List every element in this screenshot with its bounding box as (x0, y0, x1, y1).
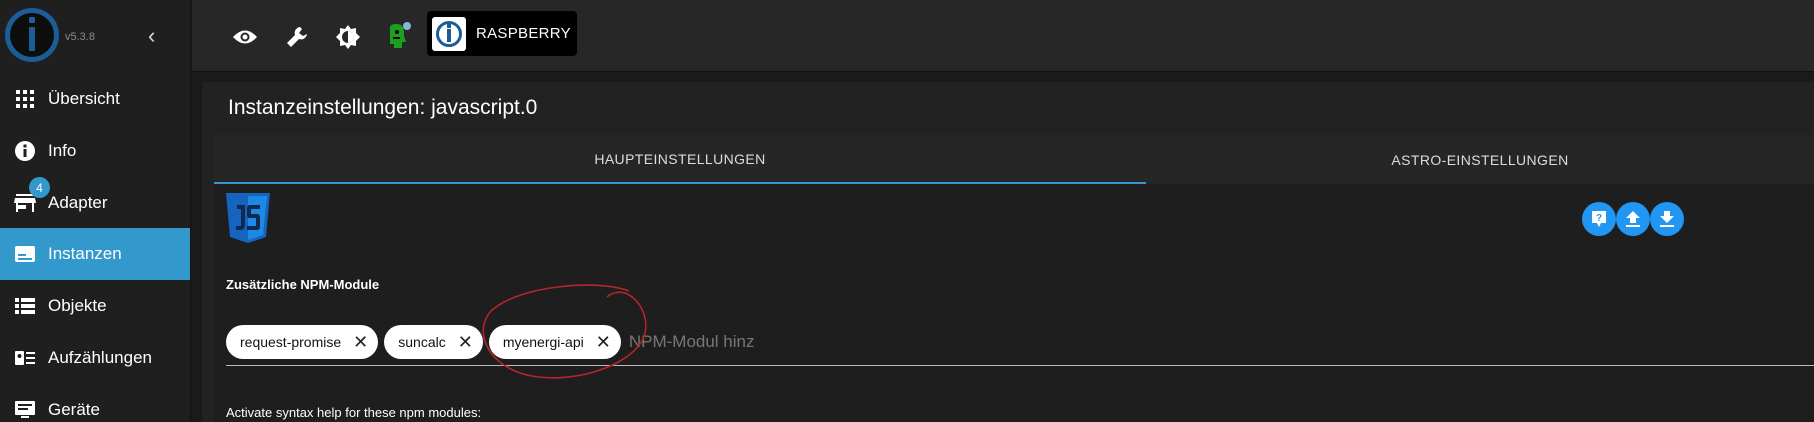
sidebar-item-label: Adapter (48, 193, 108, 212)
help-icon: ? (1592, 211, 1606, 227)
wrench-icon[interactable] (282, 22, 312, 52)
input-underline (226, 365, 1814, 366)
download-button[interactable] (1650, 202, 1684, 236)
sidebar-item-geraete[interactable]: Geräte (0, 384, 190, 422)
settings-panel: HAUPTEINSTELLUNGEN ASTRO-EINSTELLUNGEN ?… (214, 135, 1814, 422)
sidebar-item-objekte[interactable]: Objekte (0, 280, 190, 332)
sidebar-item-adapter[interactable]: 4 Adapter (0, 177, 190, 229)
dialog-title: Instanzeinstellungen: javascript.0 (228, 96, 538, 119)
sidebar-item-uebersicht[interactable]: Übersicht (0, 73, 190, 125)
expert-mode-icon[interactable] (384, 22, 414, 52)
upload-button[interactable] (1616, 202, 1650, 236)
download-icon (1660, 211, 1674, 227)
close-icon[interactable]: ✕ (353, 333, 368, 351)
npm-modules-label: Zusätzliche NPM-Module (226, 277, 380, 292)
brightness-icon[interactable] (333, 22, 363, 52)
instances-icon (14, 243, 36, 265)
eye-icon[interactable] (230, 22, 260, 52)
close-icon[interactable]: ✕ (458, 333, 473, 351)
npm-module-chip: request-promise ✕ (226, 325, 379, 359)
sidebar-item-label: Aufzählungen (48, 348, 152, 367)
devices-icon (14, 399, 36, 421)
sidebar-item-aufzaehlungen[interactable]: Aufzählungen (0, 332, 190, 384)
sidebar: v5.3.8 ‹ Übersicht Info 4 Adapter Instan… (0, 0, 191, 422)
top-toolbar: RASPBERRY (192, 0, 1814, 72)
help-button[interactable]: ? (1582, 202, 1616, 236)
update-count-badge: 4 (29, 177, 50, 198)
instance-settings-dialog: Instanzeinstellungen: javascript.0 HAUPT… (202, 82, 1814, 422)
info-icon (14, 140, 36, 162)
sidebar-item-label: Instanzen (48, 244, 122, 263)
sidebar-item-instanzen[interactable]: Instanzen (0, 228, 190, 280)
sidebar-item-label: Übersicht (48, 89, 120, 108)
upload-icon (1626, 211, 1640, 227)
svg-text:?: ? (1596, 213, 1602, 224)
chip-label: request-promise (240, 334, 342, 350)
chip-label: suncalc (398, 334, 446, 350)
tab-astro-einstellungen[interactable]: ASTRO-EINSTELLUNGEN (1146, 135, 1814, 184)
tab-haupteinstellungen[interactable]: HAUPTEINSTELLUNGEN (214, 135, 1146, 184)
host-name: RASPBERRY (476, 25, 571, 42)
chevron-left-icon[interactable]: ‹ (148, 25, 164, 48)
annotation-circle (482, 284, 647, 379)
sidebar-item-label: Objekte (48, 296, 107, 315)
host-logo (432, 16, 466, 51)
sidebar-item-info[interactable]: Info (0, 125, 190, 177)
list-icon (14, 295, 36, 317)
version-label: v5.3.8 (65, 31, 95, 43)
grid-icon (14, 88, 36, 110)
enum-icon (14, 347, 36, 369)
host-selector[interactable]: RASPBERRY (427, 11, 577, 56)
sidebar-item-label: Geräte (48, 400, 100, 419)
javascript-logo (226, 193, 270, 243)
npm-module-chip: suncalc ✕ (384, 325, 483, 359)
iobroker-logo[interactable] (5, 8, 59, 62)
syntax-help-label: Activate syntax help for these npm modul… (226, 405, 482, 420)
sidebar-item-label: Info (48, 141, 77, 160)
tab-bar: HAUPTEINSTELLUNGEN ASTRO-EINSTELLUNGEN (214, 135, 1814, 184)
